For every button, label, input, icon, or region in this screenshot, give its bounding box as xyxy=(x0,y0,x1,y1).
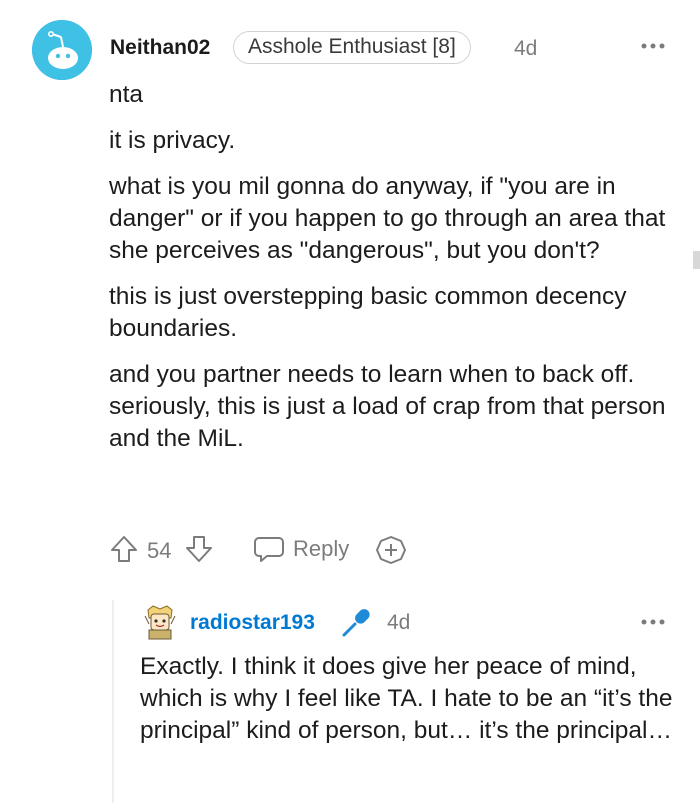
reply-label: Reply xyxy=(293,536,350,561)
comment-age: 4d xyxy=(514,37,538,60)
user-flair: Asshole Enthusiast [8] xyxy=(233,31,471,64)
award-icon[interactable] xyxy=(375,535,407,570)
upvote-icon[interactable] xyxy=(109,534,139,569)
comment-paragraph: what is you mil gonna do anyway, if "you… xyxy=(109,173,666,264)
more-options-icon[interactable] xyxy=(640,38,666,56)
reply-body: Exactly. I think it does give her peace … xyxy=(140,651,688,747)
reply-username[interactable]: radiostar193 xyxy=(190,611,315,635)
comment-username[interactable]: Neithan02 xyxy=(110,36,210,60)
reply-paragraph: Exactly. I think it does give her peace … xyxy=(140,653,673,744)
comment-paragraph: and you partner needs to learn when to b… xyxy=(109,361,666,452)
comment-paragraph: nta xyxy=(109,81,144,108)
reply-button[interactable]: Reply xyxy=(253,535,349,563)
vote-count: 54 xyxy=(147,538,172,563)
character-avatar-icon xyxy=(143,604,177,640)
reply-age: 4d xyxy=(387,611,411,634)
more-options-icon[interactable] xyxy=(640,614,666,632)
microphone-icon xyxy=(340,605,374,644)
thread-line[interactable] xyxy=(112,600,114,803)
scrollbar-thumb[interactable] xyxy=(693,251,700,269)
comment-body: nta it is privacy. what is you mil gonna… xyxy=(109,79,684,469)
comment-paragraph: this is just overstepping basic common d… xyxy=(109,283,627,342)
comment-paragraph: it is privacy. xyxy=(109,127,236,154)
reply-avatar[interactable] xyxy=(143,604,177,640)
reply-icon xyxy=(254,537,284,562)
downvote-icon[interactable] xyxy=(184,534,214,569)
snoo-avatar-icon xyxy=(32,20,92,80)
user-avatar[interactable] xyxy=(32,20,92,80)
